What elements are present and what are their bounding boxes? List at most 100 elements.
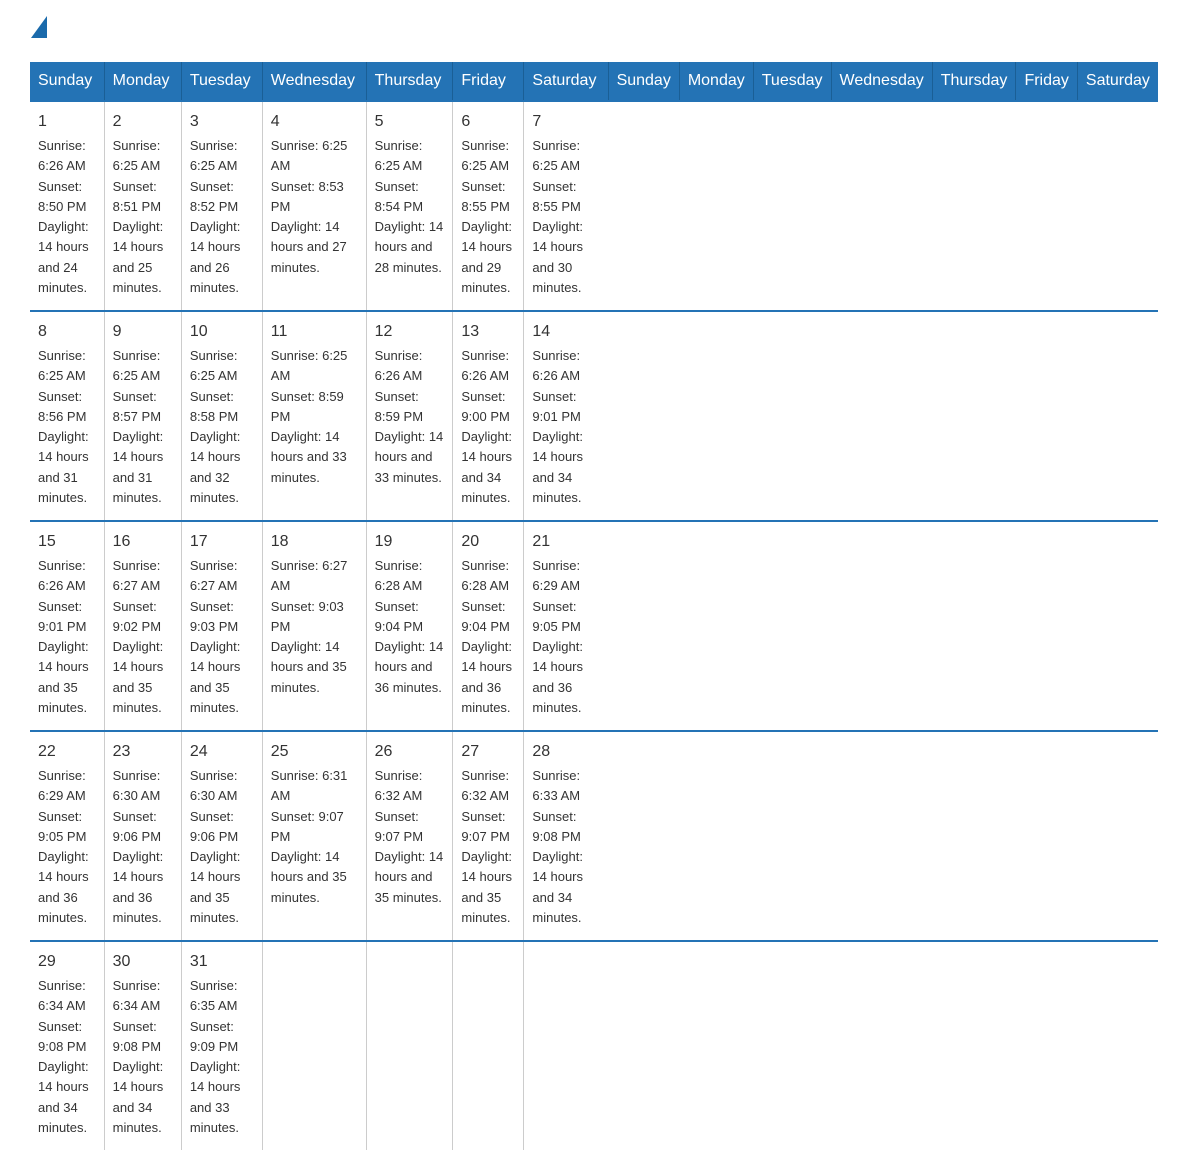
day-number: 28 — [532, 740, 600, 764]
day-info: Sunrise: 6:28 AMSunset: 9:04 PMDaylight:… — [461, 558, 512, 715]
header-wednesday: Wednesday — [262, 62, 366, 101]
day-number: 16 — [113, 530, 173, 554]
day-number: 17 — [190, 530, 254, 554]
header-sunday: Sunday — [30, 62, 104, 101]
day-info: Sunrise: 6:29 AMSunset: 9:05 PMDaylight:… — [532, 558, 583, 715]
day-number: 20 — [461, 530, 515, 554]
day-info: Sunrise: 6:27 AMSunset: 9:03 PMDaylight:… — [190, 558, 241, 715]
day-info: Sunrise: 6:25 AMSunset: 8:54 PMDaylight:… — [375, 138, 444, 275]
header-tuesday: Tuesday — [181, 62, 262, 101]
day-number: 18 — [271, 530, 358, 554]
calendar-day-cell: 6Sunrise: 6:25 AMSunset: 8:55 PMDaylight… — [453, 101, 524, 311]
day-number: 25 — [271, 740, 358, 764]
calendar-day-cell: 5 Sunrise: 6:25 AMSunset: 8:54 PMDaylight… — [366, 101, 453, 311]
day-number: 22 — [38, 740, 96, 764]
calendar-empty-cell — [453, 941, 524, 1150]
day-number: 19 — [375, 530, 445, 554]
calendar-day-cell: 7 Sunrise: 6:25 AMSunset: 8:55 PMDaylight… — [524, 101, 608, 311]
day-info: Sunrise: 6:26 AMSunset: 8:59 PMDaylight:… — [375, 348, 444, 485]
day-number: 7 — [532, 110, 600, 134]
day-number: 27 — [461, 740, 515, 764]
day-number: 8 — [38, 320, 96, 344]
day-number: 2 — [113, 110, 173, 134]
calendar-day-cell: 22 Sunrise: 6:29 AMSunset: 9:05 PMDayligh… — [30, 731, 104, 941]
header-thursday: Thursday — [932, 62, 1016, 101]
calendar-week-row: 8 Sunrise: 6:25 AMSunset: 8:56 PMDaylight… — [30, 311, 1158, 521]
header-sunday: Sunday — [608, 62, 679, 101]
day-number: 1 — [38, 110, 96, 134]
header-thursday: Thursday — [366, 62, 453, 101]
calendar-week-row: 29 Sunrise: 6:34 AMSunset: 9:08 PMDayligh… — [30, 941, 1158, 1150]
calendar-day-cell: 1 Sunrise: 6:26 AMSunset: 8:50 PMDaylight… — [30, 101, 104, 311]
day-number: 26 — [375, 740, 445, 764]
calendar-day-cell: 26 Sunrise: 6:32 AMSunset: 9:07 PMDayligh… — [366, 731, 453, 941]
day-number: 29 — [38, 950, 96, 974]
calendar-day-cell: 10Sunrise: 6:25 AMSunset: 8:58 PMDayligh… — [181, 311, 262, 521]
day-info: Sunrise: 6:32 AMSunset: 9:07 PMDaylight:… — [461, 768, 512, 925]
day-number: 10 — [190, 320, 254, 344]
calendar-table: SundayMondayTuesdayWednesdayThursdayFrid… — [30, 62, 1158, 1150]
calendar-day-cell: 27 Sunrise: 6:32 AMSunset: 9:07 PMDayligh… — [453, 731, 524, 941]
calendar-week-row: 22 Sunrise: 6:29 AMSunset: 9:05 PMDayligh… — [30, 731, 1158, 941]
calendar-day-cell: 20 Sunrise: 6:28 AMSunset: 9:04 PMDayligh… — [453, 521, 524, 731]
calendar-day-cell: 23Sunrise: 6:30 AMSunset: 9:06 PMDayligh… — [104, 731, 181, 941]
calendar-day-cell: 29 Sunrise: 6:34 AMSunset: 9:08 PMDayligh… — [30, 941, 104, 1150]
calendar-day-cell: 11Sunrise: 6:25 AMSunset: 8:59 PMDayligh… — [262, 311, 366, 521]
day-number: 11 — [271, 320, 358, 344]
calendar-day-cell: 12 Sunrise: 6:26 AMSunset: 8:59 PMDayligh… — [366, 311, 453, 521]
calendar-day-cell: 17 Sunrise: 6:27 AMSunset: 9:03 PMDayligh… — [181, 521, 262, 731]
day-number: 3 — [190, 110, 254, 134]
day-number: 24 — [190, 740, 254, 764]
calendar-day-cell: 8 Sunrise: 6:25 AMSunset: 8:56 PMDaylight… — [30, 311, 104, 521]
calendar-day-cell: 21 Sunrise: 6:29 AMSunset: 9:05 PMDayligh… — [524, 521, 608, 731]
day-info: Sunrise: 6:26 AMSunset: 9:01 PMDaylight:… — [38, 558, 89, 715]
calendar-empty-cell — [366, 941, 453, 1150]
header-wednesday: Wednesday — [831, 62, 932, 101]
day-info: Sunrise: 6:25 AMSunset: 8:51 PMDaylight:… — [113, 138, 164, 295]
day-info: Sunrise: 6:30 AMSunset: 9:06 PMDaylight:… — [190, 768, 241, 925]
day-info: Sunrise: 6:29 AMSunset: 9:05 PMDaylight:… — [38, 768, 89, 925]
page-header — [30, 20, 1158, 42]
day-number: 12 — [375, 320, 445, 344]
day-number: 21 — [532, 530, 600, 554]
day-info: Sunrise: 6:28 AMSunset: 9:04 PMDaylight:… — [375, 558, 444, 695]
day-number: 23 — [113, 740, 173, 764]
calendar-day-cell: 2 Sunrise: 6:25 AMSunset: 8:51 PMDaylight… — [104, 101, 181, 311]
header-friday: Friday — [1016, 62, 1077, 101]
calendar-day-cell: 4Sunrise: 6:25 AMSunset: 8:53 PMDaylight… — [262, 101, 366, 311]
calendar-day-cell: 19 Sunrise: 6:28 AMSunset: 9:04 PMDayligh… — [366, 521, 453, 731]
header-saturday: Saturday — [524, 62, 608, 101]
day-info: Sunrise: 6:34 AMSunset: 9:08 PMDaylight:… — [38, 978, 89, 1135]
header-friday: Friday — [453, 62, 524, 101]
calendar-day-cell: 31 Sunrise: 6:35 AMSunset: 9:09 PMDayligh… — [181, 941, 262, 1150]
day-info: Sunrise: 6:26 AMSunset: 8:50 PMDaylight:… — [38, 138, 89, 295]
header-tuesday: Tuesday — [753, 62, 831, 101]
day-info: Sunrise: 6:25 AMSunset: 8:55 PMDaylight:… — [461, 138, 512, 295]
header-saturday: Saturday — [1077, 62, 1158, 101]
day-number: 30 — [113, 950, 173, 974]
header-monday: Monday — [679, 62, 753, 101]
calendar-empty-cell — [262, 941, 366, 1150]
day-info: Sunrise: 6:33 AMSunset: 9:08 PMDaylight:… — [532, 768, 583, 925]
day-info: Sunrise: 6:25 AMSunset: 8:53 PMDaylight:… — [271, 138, 348, 275]
header-monday: Monday — [104, 62, 181, 101]
day-number: 14 — [532, 320, 600, 344]
day-info: Sunrise: 6:25 AMSunset: 8:55 PMDaylight:… — [532, 138, 583, 295]
calendar-day-cell: 24 Sunrise: 6:30 AMSunset: 9:06 PMDayligh… — [181, 731, 262, 941]
calendar-day-cell: 3Sunrise: 6:25 AMSunset: 8:52 PMDaylight… — [181, 101, 262, 311]
day-number: 13 — [461, 320, 515, 344]
calendar-day-cell: 13 Sunrise: 6:26 AMSunset: 9:00 PMDayligh… — [453, 311, 524, 521]
calendar-day-cell: 14Sunrise: 6:26 AMSunset: 9:01 PMDayligh… — [524, 311, 608, 521]
day-number: 31 — [190, 950, 254, 974]
calendar-day-cell: 25Sunrise: 6:31 AMSunset: 9:07 PMDayligh… — [262, 731, 366, 941]
day-info: Sunrise: 6:25 AMSunset: 8:56 PMDaylight:… — [38, 348, 89, 505]
calendar-day-cell: 30Sunrise: 6:34 AMSunset: 9:08 PMDayligh… — [104, 941, 181, 1150]
day-info: Sunrise: 6:35 AMSunset: 9:09 PMDaylight:… — [190, 978, 241, 1135]
calendar-day-cell: 28 Sunrise: 6:33 AMSunset: 9:08 PMDayligh… — [524, 731, 608, 941]
calendar-week-row: 1 Sunrise: 6:26 AMSunset: 8:50 PMDaylight… — [30, 101, 1158, 311]
day-number: 5 — [375, 110, 445, 134]
logo-triangle-icon — [31, 16, 47, 38]
day-info: Sunrise: 6:26 AMSunset: 9:00 PMDaylight:… — [461, 348, 512, 505]
day-info: Sunrise: 6:32 AMSunset: 9:07 PMDaylight:… — [375, 768, 444, 905]
calendar-day-cell: 16Sunrise: 6:27 AMSunset: 9:02 PMDayligh… — [104, 521, 181, 731]
